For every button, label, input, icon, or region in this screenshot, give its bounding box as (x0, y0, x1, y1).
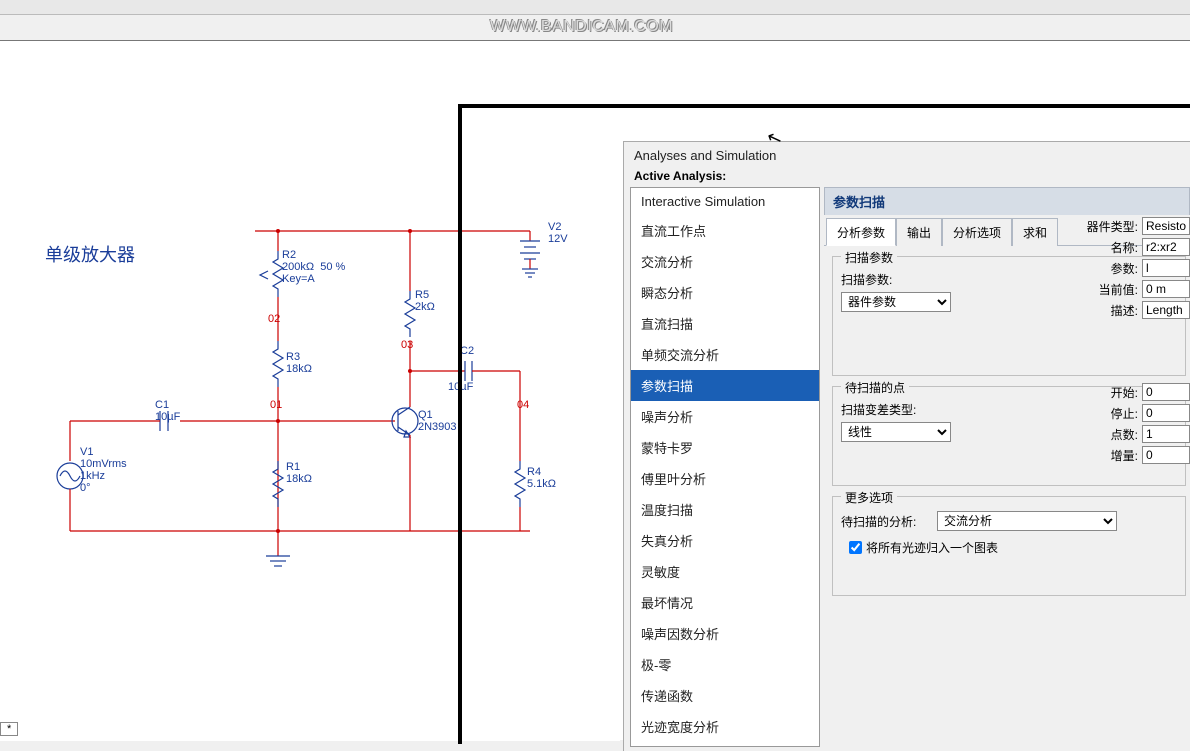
r2-val: 200kΩ (282, 261, 314, 273)
points-v[interactable] (1142, 425, 1190, 443)
prop-desc-l: 描述: (1111, 302, 1138, 319)
v1-l2: 1kHz (80, 470, 127, 482)
analysis-item[interactable]: 灵敏度 (631, 556, 819, 587)
node-03: 03 (401, 339, 413, 351)
analysis-item[interactable]: 噪声分析 (631, 401, 819, 432)
v2-val: 12V (548, 233, 568, 245)
stop-l: 停止: (1111, 405, 1138, 422)
node-01: 01 (270, 399, 282, 411)
c1-name: C1 (155, 399, 180, 411)
group-more-options-title: 更多选项 (841, 489, 897, 506)
sweep-variation-label: 扫描变差类型: (841, 401, 916, 418)
r3-name: R3 (286, 351, 312, 363)
sweep-analysis-label: 待扫描的分析: (841, 513, 931, 530)
analysis-item[interactable]: 温度扫描 (631, 494, 819, 525)
analysis-item[interactable]: Interactive Simulation (631, 188, 819, 215)
q1-name: Q1 (418, 409, 457, 421)
toolbar-stub (0, 0, 1190, 15)
r2-pct: 50 % (320, 261, 345, 273)
r5-val: 2kΩ (415, 301, 435, 313)
analysis-item[interactable]: 直流工作点 (631, 215, 819, 246)
r1-name: R1 (286, 461, 312, 473)
group-traces-label: 将所有光迹归入一个图表 (866, 539, 998, 556)
sweep-variation-combo[interactable]: 线性 (841, 422, 951, 442)
analysis-list[interactable]: Interactive Simulation直流工作点交流分析瞬态分析直流扫描单… (630, 187, 820, 747)
prop-name-l: 名称: (1111, 239, 1138, 256)
inc-v[interactable] (1142, 446, 1190, 464)
v2-name: V2 (548, 221, 568, 233)
tab-sum[interactable]: 求和 (1012, 218, 1058, 246)
analysis-item[interactable]: 最坏情况 (631, 587, 819, 618)
panel-title: 参数扫描 (824, 187, 1190, 215)
prop-cur-l: 当前值: (1099, 281, 1138, 298)
analyses-dialog: Analyses and Simulation Active Analysis:… (623, 141, 1190, 751)
analysis-item[interactable]: 噪声因数分析 (631, 618, 819, 649)
active-analysis-label: Active Analysis: (624, 167, 1190, 187)
q1-model: 2N3903 (418, 421, 457, 433)
analysis-item[interactable]: 瞬态分析 (631, 277, 819, 308)
r4-name: R4 (527, 466, 556, 478)
group-sweep-points-title: 待扫描的点 (841, 379, 909, 396)
analysis-item[interactable]: 单频交流分析 (631, 339, 819, 370)
sweep-analysis-combo[interactable]: 交流分析 (937, 511, 1117, 531)
analysis-item[interactable]: 直流扫描 (631, 308, 819, 339)
stop-v[interactable] (1142, 404, 1190, 422)
analysis-item[interactable]: 交流分析 (631, 246, 819, 277)
node-02: 02 (268, 313, 280, 325)
start-v[interactable] (1142, 383, 1190, 401)
sweep-param-combo[interactable]: 器件参数 (841, 292, 951, 312)
tab-analysis-options[interactable]: 分析选项 (942, 218, 1012, 246)
analysis-item[interactable]: Batched (631, 742, 819, 747)
inc-l: 增量: (1111, 447, 1138, 464)
v1-name: V1 (80, 446, 127, 458)
tab-analysis-params[interactable]: 分析参数 (826, 218, 896, 246)
analysis-item[interactable]: 蒙特卡罗 (631, 432, 819, 463)
analysis-item[interactable]: 参数扫描 (631, 370, 819, 401)
analysis-item[interactable]: 傅里叶分析 (631, 463, 819, 494)
sweep-param-label: 扫描参数: (841, 271, 911, 288)
prop-cur-v[interactable] (1142, 280, 1190, 298)
c2-name: C2 (460, 345, 474, 357)
prop-desc-v[interactable] (1142, 301, 1190, 319)
c1-val: 10µF (155, 411, 180, 423)
analysis-item[interactable]: 失真分析 (631, 525, 819, 556)
v1-l1: 10mVrms (80, 458, 127, 470)
status-tab[interactable]: * (0, 722, 18, 736)
group-traces-checkbox[interactable] (849, 541, 862, 554)
group-more-options: 更多选项 待扫描的分析: 交流分析 将所有光迹归入一个图表 (832, 496, 1186, 596)
tab-output[interactable]: 输出 (896, 218, 942, 246)
v1-l3: 0° (80, 482, 127, 494)
prop-param-v[interactable] (1142, 259, 1190, 277)
prop-param-l: 参数: (1111, 260, 1138, 277)
schematic-canvas[interactable]: 单级放大器 .wire{stroke:#c00;stroke-width:1.2… (0, 41, 620, 741)
prop-name-v[interactable] (1142, 238, 1190, 256)
group-sweep-params-title: 扫描参数 (841, 249, 897, 266)
r4-val: 5.1kΩ (527, 478, 556, 490)
start-l: 开始: (1111, 384, 1138, 401)
watermark: WWW.BANDICAM.COM (490, 18, 673, 36)
points-l: 点数: (1111, 426, 1138, 443)
node-04: 04 (517, 399, 529, 411)
analysis-item[interactable]: 光迹宽度分析 (631, 711, 819, 742)
r5-name: R5 (415, 289, 435, 301)
analysis-item[interactable]: 传递函数 (631, 680, 819, 711)
r3-val: 18kΩ (286, 363, 312, 375)
r2-name: R2 (282, 249, 345, 261)
workspace: 单级放大器 .wire{stroke:#c00;stroke-width:1.2… (0, 40, 1190, 740)
dialog-title: Analyses and Simulation (624, 142, 1190, 167)
prop-comptype-v[interactable] (1142, 217, 1190, 235)
analysis-item[interactable]: 极-零 (631, 649, 819, 680)
c2-val: 10µF (448, 381, 473, 393)
r1-val: 18kΩ (286, 473, 312, 485)
r2-key: Key=A (282, 273, 345, 285)
schematic-svg: .wire{stroke:#c00;stroke-width:1.2;fill:… (0, 41, 620, 741)
prop-comptype-l: 器件类型: (1087, 218, 1138, 235)
